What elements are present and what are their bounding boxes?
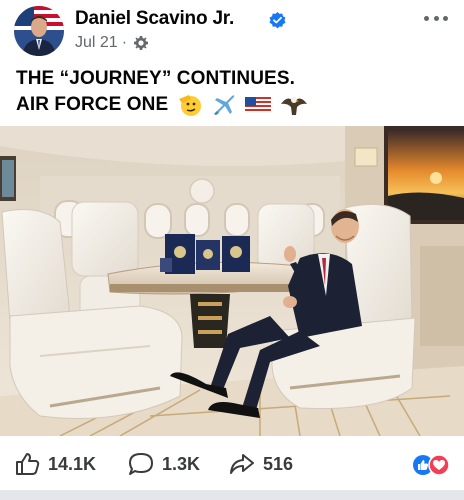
share-count: 516: [263, 453, 294, 474]
saluting-face-icon: [178, 95, 201, 116]
more-dot: [424, 15, 429, 21]
like-count: 14.1K: [48, 453, 97, 474]
meta-separator: ·: [121, 34, 128, 51]
post-caption: THE “JOURNEY” CONTINUES. AIR FORCE ONE: [16, 66, 456, 118]
post-meta: Jul 21 ·: [75, 34, 149, 52]
eagle-icon: [280, 97, 307, 115]
post-photo[interactable]: [0, 126, 464, 436]
thumbs-up-icon: [16, 453, 40, 475]
caption-line-1: THE “JOURNEY” CONTINUES.: [16, 68, 295, 89]
love-reaction-icon: [428, 454, 450, 476]
gear-icon[interactable]: [133, 35, 149, 51]
us-flag-icon: [245, 97, 272, 113]
post-date[interactable]: Jul 21: [75, 34, 118, 52]
comment-icon: [129, 453, 153, 475]
feed-divider: [0, 490, 464, 500]
comment-count: 1.3K: [162, 453, 201, 474]
more-options-button[interactable]: [424, 8, 448, 28]
share-button[interactable]: 516: [229, 452, 293, 476]
more-dot: [443, 15, 448, 21]
reactions-summary[interactable]: [412, 454, 450, 476]
verified-badge-icon: [269, 12, 286, 29]
comment-button[interactable]: 1.3K: [128, 452, 200, 476]
like-button[interactable]: 14.1K: [14, 452, 96, 476]
more-dot: [433, 15, 439, 21]
author-name[interactable]: Daniel Scavino Jr.: [75, 8, 234, 30]
caption-text: AIR FORCE ONE: [16, 94, 169, 116]
post-actions: 14.1K 1.3K 516: [0, 440, 464, 488]
caption-line-2: AIR FORCE ONE: [16, 92, 456, 118]
post-header: Daniel Scavino Jr. Jul 21 ·: [0, 0, 464, 60]
share-icon: [230, 454, 254, 474]
airplane-icon: [214, 95, 235, 115]
author-avatar[interactable]: [14, 6, 64, 56]
